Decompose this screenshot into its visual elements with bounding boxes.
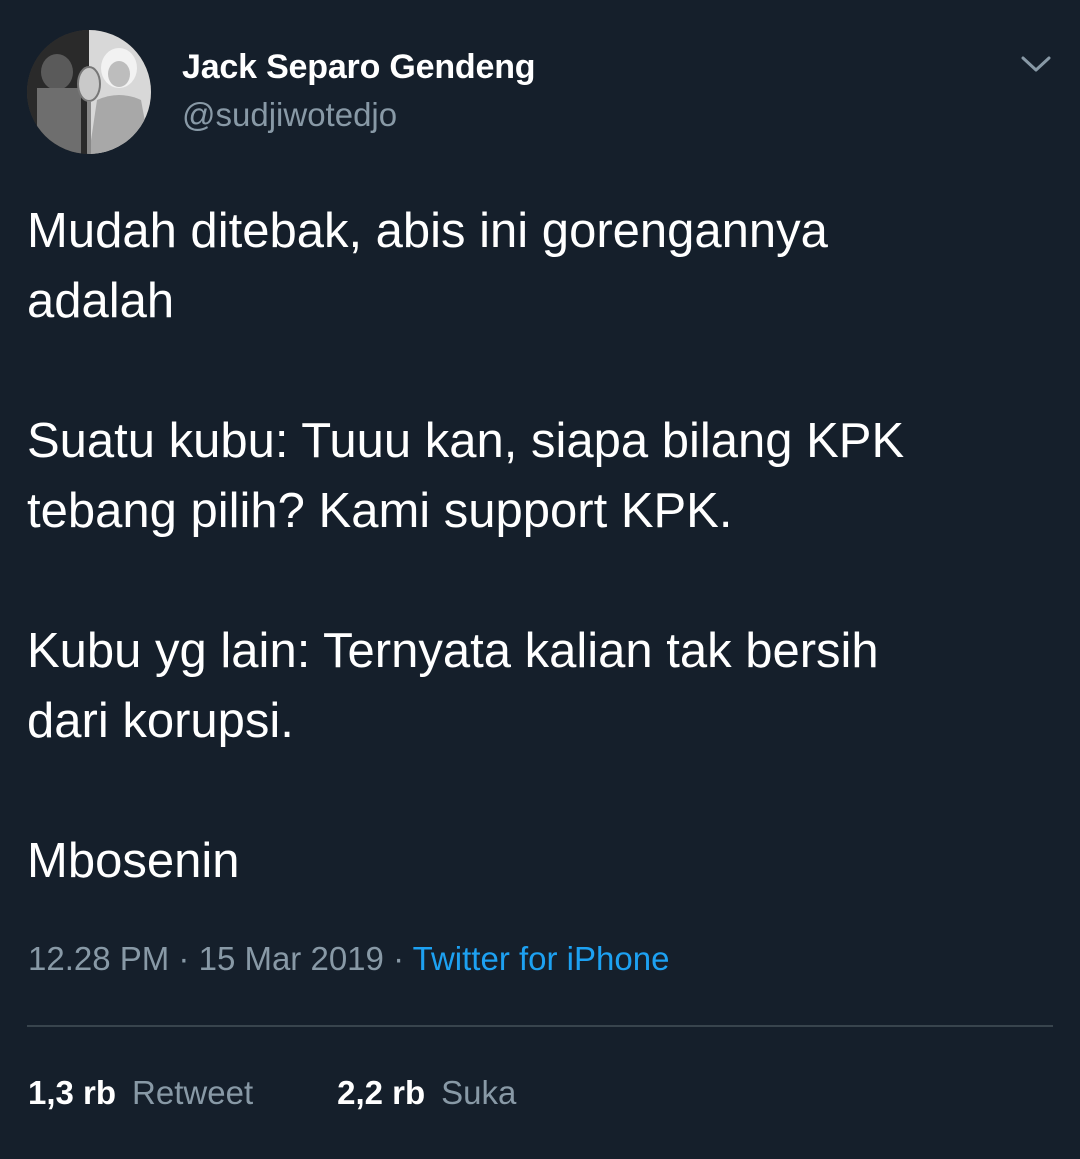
like-stat[interactable]: 2,2 rb Suka [337, 1074, 516, 1112]
author-handle[interactable]: @sudjiwotedjo [182, 96, 397, 134]
meta-separator: · [393, 940, 405, 977]
like-label: Suka [441, 1074, 517, 1111]
tweet-stats: 1,3 rb Retweet 2,2 rb Suka [28, 1074, 516, 1112]
tweet-paragraph: Kubu yg lain: Ternyata kalian tak bersih… [27, 616, 1037, 756]
tweet-header: Jack Separo Gendeng @sudjiwotedjo [27, 30, 1053, 154]
retweet-stat[interactable]: 1,3 rb Retweet [28, 1074, 253, 1112]
like-count: 2,2 rb [337, 1074, 426, 1111]
tweet-line: adalah [27, 274, 175, 328]
tweet-paragraph: Suatu kubu: Tuuu kan, siapa bilang KPK t… [27, 406, 1037, 546]
tweet-paragraph: Mudah ditebak, abis ini gorengannya adal… [27, 196, 1037, 336]
tweet-line: Suatu kubu: Tuuu kan, siapa bilang KPK [27, 414, 905, 468]
avatar[interactable] [27, 30, 151, 154]
tweet-text: Mudah ditebak, abis ini gorengannya adal… [27, 196, 1037, 896]
tweet-line: tebang pilih? Kami support KPK. [27, 484, 733, 538]
avatar-image [27, 30, 151, 154]
tweet-line: Mudah ditebak, abis ini gorengannya [27, 204, 828, 258]
tweet-date[interactable]: 15 Mar 2019 [199, 940, 384, 977]
tweet-source-link[interactable]: Twitter for iPhone [413, 940, 670, 977]
tweet-paragraph: Mbosenin [27, 826, 1037, 896]
tweet-line: dari korupsi. [27, 694, 294, 748]
tweet-line: Mbosenin [27, 834, 240, 888]
tweet-meta: 12.28 PM · 15 Mar 2019 · Twitter for iPh… [28, 940, 669, 978]
chevron-down-icon[interactable] [1019, 52, 1053, 76]
tweet-time[interactable]: 12.28 PM [28, 940, 169, 977]
tweet-line: Kubu yg lain: Ternyata kalian tak bersih [27, 624, 879, 678]
retweet-label: Retweet [132, 1074, 254, 1111]
meta-separator: · [178, 940, 190, 977]
tweet-detail: Jack Separo Gendeng @sudjiwotedjo Mudah … [0, 0, 1080, 1159]
retweet-count: 1,3 rb [28, 1074, 117, 1111]
divider [27, 1025, 1053, 1027]
author-name[interactable]: Jack Separo Gendeng [182, 48, 536, 87]
